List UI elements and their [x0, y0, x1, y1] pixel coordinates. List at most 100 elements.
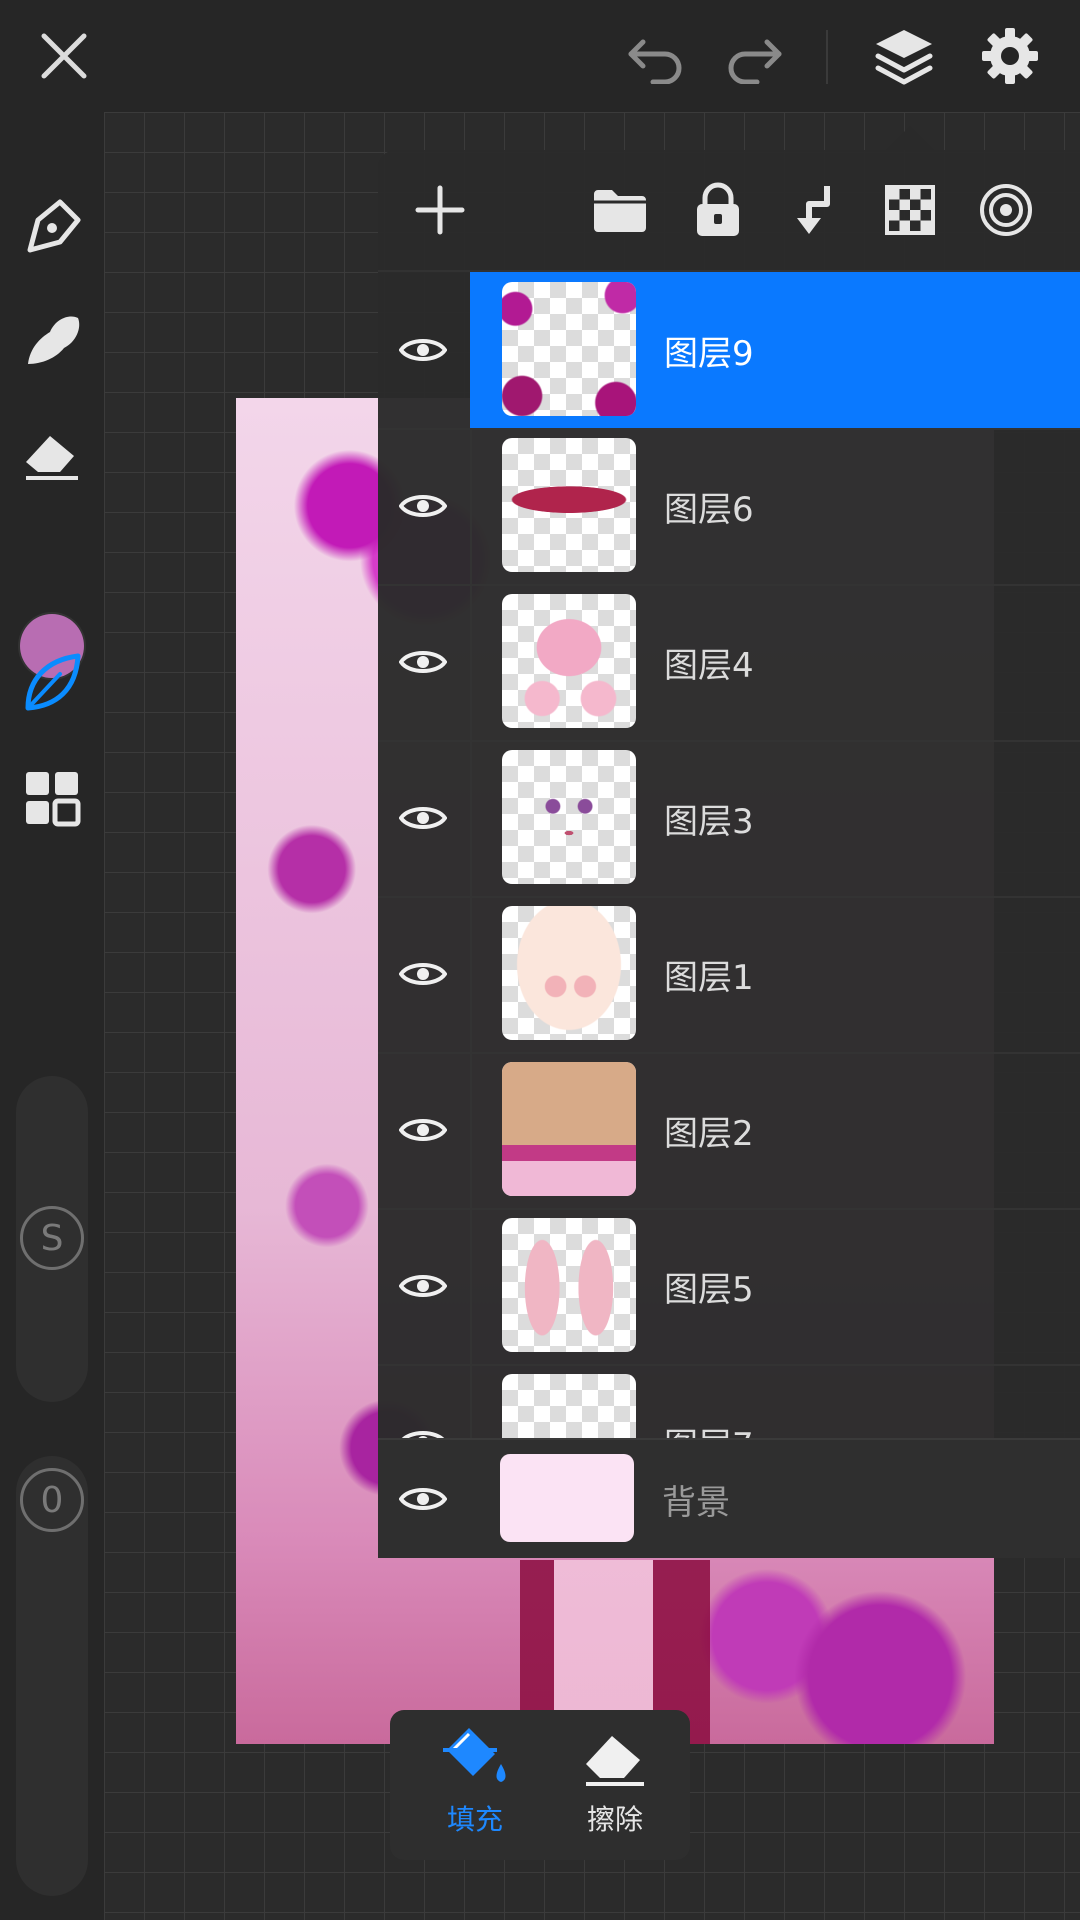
- toolbar-divider: [826, 30, 828, 84]
- layer-thumbnail: [502, 282, 636, 416]
- layer-row[interactable]: 图层1: [378, 896, 1080, 1054]
- merge-down-icon: [797, 186, 830, 234]
- pen-tool-button[interactable]: [16, 192, 88, 264]
- close-icon: [41, 33, 87, 79]
- visibility-toggle[interactable]: [378, 1052, 468, 1208]
- background-thumbnail: [500, 1454, 634, 1542]
- redo-icon: [728, 39, 782, 84]
- visibility-toggle[interactable]: [378, 1440, 468, 1558]
- target-icon: [980, 184, 1032, 236]
- paint-bucket-icon: [443, 1728, 506, 1782]
- layer-body[interactable]: 图层7: [470, 1364, 1080, 1438]
- top-toolbar: [0, 0, 1080, 112]
- visibility-toggle[interactable]: [378, 1208, 468, 1364]
- layer-thumbnail: [502, 906, 636, 1040]
- left-tool-rail: S 0: [0, 112, 104, 1920]
- eye-icon: [399, 1275, 447, 1297]
- eye-icon: [399, 1119, 447, 1141]
- fill-mode-button[interactable]: 填充: [410, 1724, 540, 1848]
- visibility-toggle[interactable]: [378, 584, 468, 740]
- undo-button[interactable]: [618, 18, 694, 94]
- eraser-icon: [586, 1736, 644, 1786]
- opacity-slider[interactable]: 0: [16, 1456, 88, 1896]
- transparency-lock-button[interactable]: [872, 172, 948, 248]
- gear-icon: [982, 28, 1038, 84]
- layer-list[interactable]: 图层9 图层6 图层4 图层3 图层1 图层2 图层5: [378, 272, 1080, 1438]
- visibility-toggle[interactable]: [378, 272, 468, 428]
- pen-icon: [27, 199, 81, 253]
- opacity-knob[interactable]: 0: [20, 1468, 84, 1532]
- background-layer-name: 背景: [662, 1482, 730, 1523]
- background-layer-row[interactable]: 背景: [378, 1438, 1080, 1558]
- layers-panel-header: [378, 150, 1080, 272]
- settings-button[interactable]: [972, 18, 1048, 94]
- opacity-label: 0: [40, 1479, 64, 1521]
- layer-name: 图层9: [664, 333, 754, 374]
- layer-name: 图层7: [664, 1364, 754, 1439]
- add-layer-button[interactable]: [402, 172, 478, 248]
- fill-tool-button[interactable]: [16, 646, 88, 718]
- visibility-toggle[interactable]: [378, 1364, 468, 1438]
- brush-size-label: S: [40, 1217, 64, 1259]
- layer-thumbnail: [502, 1374, 636, 1438]
- layer-thumbnail: [502, 1062, 636, 1196]
- visibility-toggle[interactable]: [378, 896, 468, 1052]
- layer-thumbnail: [502, 438, 636, 572]
- layer-row[interactable]: 图层4: [378, 584, 1080, 742]
- layer-body[interactable]: 图层3: [470, 740, 1080, 896]
- layer-row[interactable]: 图层5: [378, 1208, 1080, 1366]
- merge-down-button[interactable]: [774, 172, 850, 248]
- layer-row[interactable]: 图层2: [378, 1052, 1080, 1210]
- eraser-tool-button[interactable]: [16, 418, 88, 490]
- layer-body[interactable]: 图层5: [470, 1208, 1080, 1364]
- layer-name: 图层1: [664, 957, 754, 998]
- erase-mode-button[interactable]: 擦除: [550, 1724, 680, 1848]
- erase-mode-label: 擦除: [586, 1803, 643, 1836]
- visibility-toggle[interactable]: [378, 428, 468, 584]
- layers-icon: [875, 30, 933, 85]
- clipping-mask-button[interactable]: [968, 172, 1044, 248]
- layer-thumbnail: [502, 750, 636, 884]
- layer-row[interactable]: 图层3: [378, 740, 1080, 898]
- layers-panel-pointer: [886, 126, 934, 150]
- eye-icon: [402, 1431, 444, 1438]
- grid-icon: [26, 772, 81, 827]
- smudge-tool-button[interactable]: [16, 304, 88, 376]
- add-icon: [415, 185, 465, 235]
- fill-mode-popup: 填充 擦除: [390, 1710, 690, 1860]
- layer-body[interactable]: 图层6: [470, 428, 1080, 584]
- eye-icon: [399, 807, 447, 829]
- layer-row[interactable]: 图层9: [378, 272, 1080, 430]
- visibility-toggle[interactable]: [378, 740, 468, 896]
- layers-panel: 图层9 图层6 图层4 图层3 图层1 图层2 图层5 背景: [378, 150, 1080, 1558]
- layers-button[interactable]: [866, 18, 942, 94]
- folder-icon: [594, 190, 646, 232]
- eye-icon: [399, 963, 447, 985]
- layer-body[interactable]: 图层4: [470, 584, 1080, 740]
- smudge-icon: [28, 316, 80, 364]
- layer-row[interactable]: 图层7: [378, 1364, 1080, 1438]
- redo-button[interactable]: [716, 18, 792, 94]
- layer-row[interactable]: 图层6: [378, 428, 1080, 586]
- layer-body[interactable]: 图层9: [470, 272, 1080, 428]
- transparency-icon: [885, 185, 935, 235]
- eraser-icon: [26, 436, 78, 480]
- group-layer-button[interactable]: [582, 172, 658, 248]
- close-button[interactable]: [26, 18, 102, 94]
- layer-name: 图层6: [664, 489, 754, 530]
- brush-size-slider[interactable]: S: [16, 1076, 88, 1402]
- layer-thumbnail: [502, 594, 636, 728]
- layer-name: 图层4: [664, 645, 754, 686]
- leaf-fill-icon: [25, 653, 81, 711]
- lock-layer-button[interactable]: [680, 172, 756, 248]
- eye-icon: [399, 651, 447, 673]
- layer-name: 图层2: [664, 1113, 754, 1154]
- brush-size-knob[interactable]: S: [20, 1206, 84, 1270]
- eye-icon: [399, 339, 447, 361]
- layer-body[interactable]: 图层2: [470, 1052, 1080, 1208]
- layer-name: 图层3: [664, 801, 754, 842]
- layer-body[interactable]: 图层1: [470, 896, 1080, 1052]
- layer-thumbnail: [502, 1218, 636, 1352]
- gallery-button[interactable]: [16, 762, 88, 834]
- lock-icon: [697, 182, 739, 236]
